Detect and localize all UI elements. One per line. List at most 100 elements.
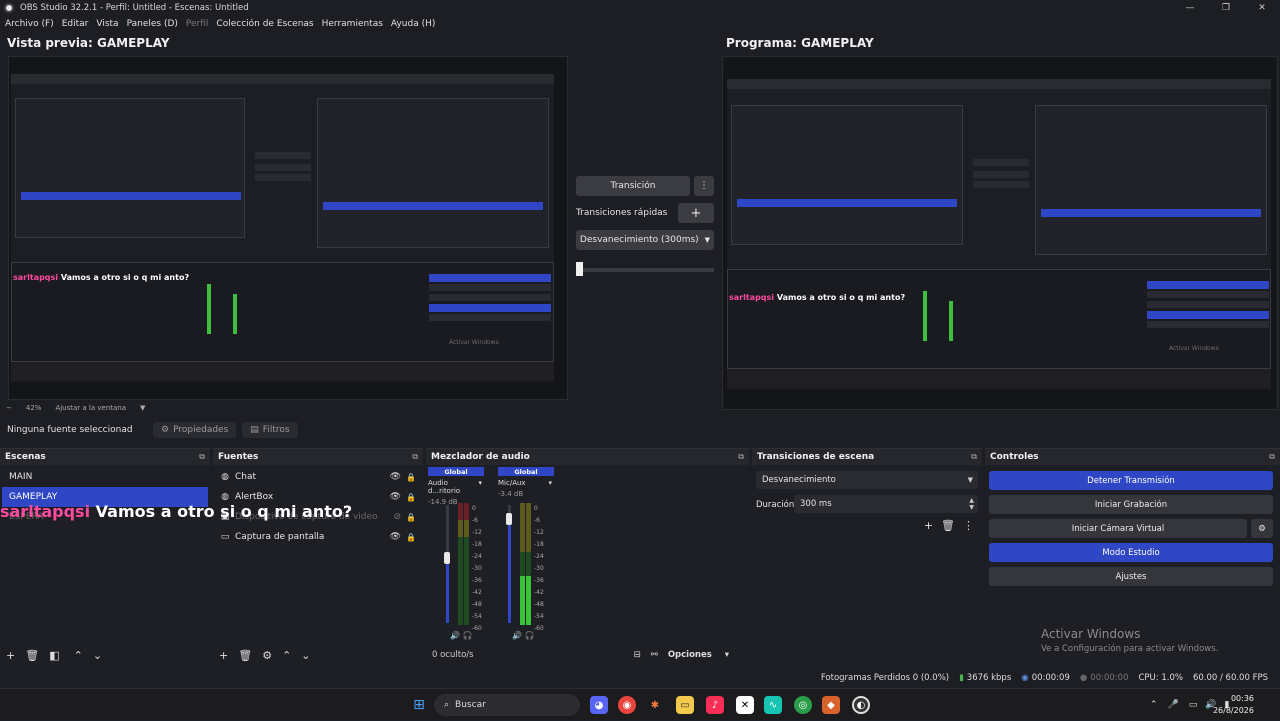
trash-icon[interactable]: 🗑: [25, 649, 39, 662]
menu-help[interactable]: Ayuda (H): [391, 19, 435, 29]
chevron-down-icon[interactable]: ▾: [548, 479, 552, 487]
eye-icon[interactable]: 👁: [390, 492, 401, 502]
chevron-down-icon[interactable]: ▼: [140, 404, 145, 412]
layout-icon[interactable]: ⊟: [634, 650, 641, 660]
menu-file[interactable]: Archivo (F): [5, 19, 54, 29]
app-icon[interactable]: ✱: [646, 696, 664, 714]
minimize-button[interactable]: —: [1172, 0, 1208, 16]
gear-icon[interactable]: ⚙: [1251, 519, 1273, 538]
menu-docks[interactable]: Paneles (D): [127, 19, 178, 29]
transition-button[interactable]: Transición: [576, 176, 690, 196]
transition-slider-handle[interactable]: [576, 262, 583, 276]
link-icon[interactable]: ⚯: [651, 650, 658, 660]
source-item-screen-capture[interactable]: ▭ Captura de pantalla 👁 🔒: [213, 527, 423, 547]
obs-icon[interactable]: ◐: [852, 696, 870, 714]
gear-icon: ⚙: [161, 425, 170, 435]
preview-canvas[interactable]: sarltapqsi Vamos a otro si o q mi anto? …: [8, 56, 568, 400]
microphone-icon[interactable]: 🎤: [1168, 700, 1179, 710]
headphones-icon[interactable]: 🎧: [463, 631, 473, 640]
globe-icon: ◍: [221, 472, 229, 482]
lock-icon[interactable]: 🔒: [406, 533, 416, 542]
eye-icon[interactable]: 👁: [390, 472, 401, 482]
network-icon[interactable]: ▭: [1189, 700, 1198, 710]
mixer-options-button[interactable]: Opciones ▾: [668, 650, 729, 660]
menu-edit[interactable]: Editar: [62, 19, 89, 29]
lock-icon[interactable]: 🔒: [406, 473, 416, 482]
transition-select[interactable]: Desvanecimiento ▼: [756, 471, 978, 489]
scene-item-main[interactable]: MAIN: [2, 467, 208, 487]
folder-icon[interactable]: ▭: [676, 696, 694, 714]
speaker-icon[interactable]: 🔊: [450, 631, 460, 640]
volume-slider-handle[interactable]: [506, 513, 512, 526]
discord-icon[interactable]: ◕: [590, 696, 608, 714]
undock-icon[interactable]: ⧉: [412, 452, 418, 462]
speaker-icon[interactable]: 🔊: [512, 631, 522, 640]
windows-start-icon[interactable]: ⊞: [410, 696, 428, 714]
move-up-icon[interactable]: ⌃: [282, 649, 291, 662]
transition-menu-icon[interactable]: ⋮: [694, 176, 714, 196]
preview-chat-overlay: sarltapqsi Vamos a otro si o q mi anto?: [13, 273, 190, 282]
gear-icon[interactable]: ⚙: [262, 649, 272, 662]
undock-icon[interactable]: ⧉: [971, 452, 977, 462]
channel-db: -3.4 dB: [498, 490, 524, 498]
more-icon[interactable]: ⋮: [963, 519, 974, 532]
add-transition-button[interactable]: +: [924, 519, 933, 532]
music-icon[interactable]: ♪: [706, 696, 724, 714]
app-icon[interactable]: ◆: [822, 696, 840, 714]
start-recording-button[interactable]: Iniciar Grabación: [989, 495, 1273, 514]
source-item-chat[interactable]: ◍ Chat 👁 🔒: [213, 467, 423, 487]
chevron-up-icon[interactable]: ⌃: [1150, 700, 1158, 710]
chevron-down-icon: ▼: [704, 236, 711, 244]
menu-view[interactable]: Vista: [96, 19, 118, 29]
browser-icon[interactable]: ◎: [794, 696, 812, 714]
zoom-bar: − 42% Ajustar a la ventana ▼: [0, 402, 560, 414]
lock-icon[interactable]: 🔒: [406, 513, 416, 522]
trash-icon[interactable]: 🗑: [941, 519, 955, 532]
meter-tick: -24: [472, 553, 482, 560]
bitrate: 3676 kbps: [966, 673, 1012, 683]
taskbar-search[interactable]: ⌕ Buscar: [434, 694, 580, 716]
chevron-down-icon: ▼: [967, 476, 973, 484]
properties-button[interactable]: ⚙ Propiedades: [153, 422, 237, 438]
menu-scene-collection[interactable]: Colección de Escenas: [216, 19, 313, 29]
studio-mode-button[interactable]: Modo Estudio: [989, 543, 1273, 562]
filters-button[interactable]: ▤ Filtros: [242, 422, 298, 438]
maximize-button[interactable]: ❐: [1208, 0, 1244, 16]
headphones-icon[interactable]: 🎧: [525, 631, 535, 640]
capcut-icon[interactable]: ✕: [736, 696, 754, 714]
stop-streaming-button[interactable]: Detener Transmisión: [989, 471, 1273, 490]
zoom-out-button[interactable]: −: [6, 404, 12, 412]
meter-tick: -54: [472, 613, 482, 620]
duration-input[interactable]: 300 ms ▲ ▼: [794, 495, 978, 513]
menu-tools[interactable]: Herramientas: [322, 19, 383, 29]
eye-icon[interactable]: 👁: [390, 532, 401, 542]
spin-arrows-icon[interactable]: ▲ ▼: [969, 497, 974, 511]
settings-button[interactable]: Ajustes: [989, 567, 1273, 586]
scene-filters-icon[interactable]: ◧: [49, 649, 59, 662]
undock-icon[interactable]: ⧉: [738, 452, 744, 462]
undock-icon[interactable]: ⧉: [1269, 452, 1275, 462]
add-source-button[interactable]: +: [219, 649, 228, 662]
add-scene-button[interactable]: +: [6, 649, 15, 662]
add-quick-transition-button[interactable]: +: [678, 203, 714, 223]
meter-tick: -60: [534, 625, 544, 632]
scene-transitions-dock: Transiciones de escena ⧉ Desvanecimiento ▼…: [752, 448, 982, 666]
start-virtual-camera-button[interactable]: Iniciar Cámara Virtual: [989, 519, 1247, 538]
clock[interactable]: 00:36 26/8/2026: [1213, 693, 1254, 717]
move-up-icon[interactable]: ⌃: [74, 649, 83, 662]
chrome-icon[interactable]: ◉: [618, 696, 636, 714]
volume-slider-handle[interactable]: [444, 552, 450, 565]
trash-icon[interactable]: 🗑: [238, 649, 252, 662]
fit-window-dropdown[interactable]: Ajustar a la ventana: [55, 404, 126, 412]
move-down-icon[interactable]: ⌄: [93, 649, 102, 662]
lock-icon[interactable]: 🔒: [406, 493, 416, 502]
chevron-down-icon[interactable]: ▾: [478, 479, 482, 495]
app-icon[interactable]: ∿: [764, 696, 782, 714]
close-button[interactable]: ✕: [1244, 0, 1280, 16]
move-down-icon[interactable]: ⌄: [301, 649, 310, 662]
volume-meter: [520, 503, 525, 625]
undock-icon[interactable]: ⧉: [199, 452, 205, 462]
transition-slider[interactable]: [576, 262, 714, 276]
quick-fade-button[interactable]: Desvanecimiento (300ms) ▼: [576, 230, 714, 250]
eye-hidden-icon[interactable]: ⊘: [393, 512, 401, 522]
